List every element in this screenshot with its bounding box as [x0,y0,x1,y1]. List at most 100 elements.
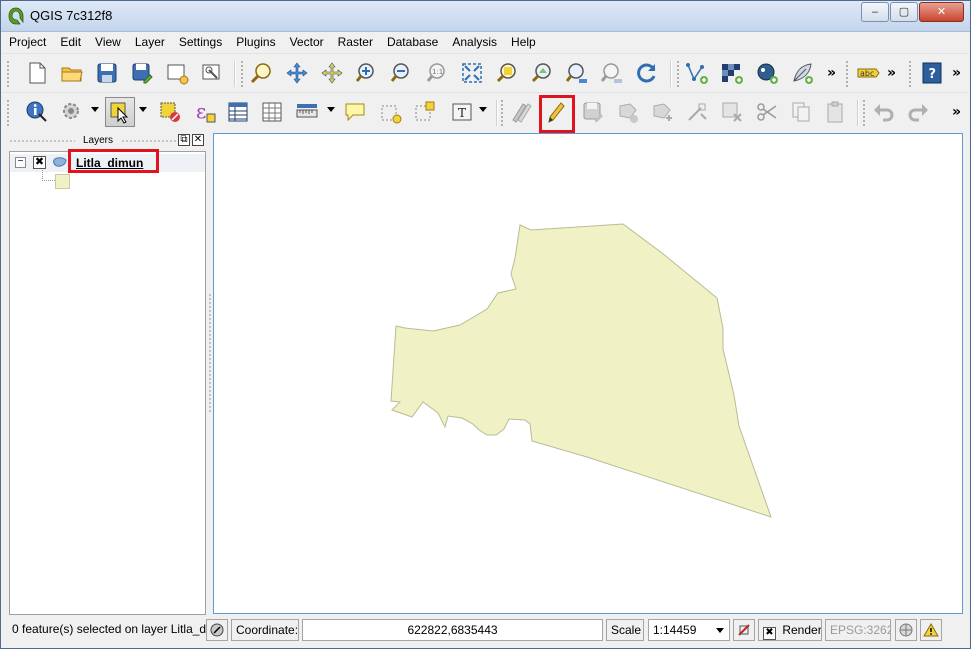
qgis-window: QGIS 7c312f8 ‒ ▢ ✕ Project Edit View Lay… [0,0,971,649]
scale-dropdown-icon[interactable] [716,628,724,633]
undo-icon[interactable] [869,97,899,127]
stop-render-icon[interactable] [733,619,755,641]
new-bookmark-icon[interactable] [376,97,406,127]
add-feature-icon[interactable] [613,97,643,127]
layers-panel-header[interactable]: Layers ⧉ ✕ [9,133,207,149]
move-feature-icon[interactable] [647,97,677,127]
add-postgis-icon[interactable] [752,58,782,88]
zoom-in-icon[interactable] [352,58,382,88]
text-annotation-icon[interactable]: T [447,97,477,127]
collapse-toggle[interactable]: − [15,157,26,168]
scale-combo[interactable]: 1:14459 [648,619,730,641]
label-icon[interactable]: abc [853,58,883,88]
toolbar-grip[interactable] [500,99,504,127]
layers-panel: Layers ⧉ ✕ − ✖ Litla_dimun [9,133,207,615]
menu-bar: Project Edit View Layer Settings Plugins… [2,32,969,53]
annotation-dropdown-icon[interactable] [479,107,487,112]
pan-selection-icon[interactable] [317,58,347,88]
title-bar: QGIS 7c312f8 ‒ ▢ ✕ [1,1,970,32]
minimize-button[interactable]: ‒ [861,2,889,22]
toolbar-overflow-icon[interactable]: » [887,65,896,81]
field-calculator-icon[interactable] [257,97,287,127]
layer-symbol-swatch [55,174,70,189]
warning-icon[interactable] [920,619,942,641]
select-icon[interactable] [105,97,135,127]
menu-edit[interactable]: Edit [53,32,88,53]
zoom-to-layer-icon[interactable] [527,58,557,88]
island-polygon[interactable] [390,223,772,518]
render-checkbox[interactable]: ✖ [763,627,776,640]
map-canvas[interactable] [213,133,963,614]
toolbar-grip[interactable] [862,99,866,127]
measure-dropdown-icon[interactable] [327,107,335,112]
copy-icon[interactable] [786,97,816,127]
paste-icon[interactable] [820,97,850,127]
zoom-to-selection-icon[interactable] [492,58,522,88]
menu-raster[interactable]: Raster [331,32,380,53]
toolbar-grip[interactable] [6,60,10,88]
menu-plugins[interactable]: Plugins [229,32,282,53]
new-vector-layer-icon[interactable] [682,58,712,88]
zoom-full-icon[interactable] [457,58,487,88]
zoom-last-icon[interactable] [562,58,592,88]
menu-vector[interactable]: Vector [283,32,331,53]
zoom-out-icon[interactable] [387,58,417,88]
deselect-icon[interactable] [155,97,185,127]
toolbar-grip[interactable] [6,99,10,127]
toolbar-grip[interactable] [908,60,912,88]
close-button[interactable]: ✕ [919,2,964,22]
toolbar-overflow-icon[interactable]: » [952,65,961,81]
toolbar-overflow-icon[interactable]: » [827,65,836,81]
maximize-button[interactable]: ▢ [890,2,918,22]
panel-float-button[interactable]: ⧉ [178,134,190,146]
identify-icon[interactable] [22,97,52,127]
menu-project[interactable]: Project [2,32,53,53]
pan-icon[interactable] [247,58,277,88]
show-bookmarks-icon[interactable] [410,97,440,127]
expression-select-icon[interactable]: ε [190,97,220,127]
panel-close-button[interactable]: ✕ [192,134,204,146]
add-spatialite-icon[interactable] [787,58,817,88]
toolbar-overflow-icon[interactable]: » [952,104,961,120]
add-raster-icon[interactable] [717,58,747,88]
action-dropdown-icon[interactable] [91,107,99,112]
measure-icon[interactable] [292,97,322,127]
toolbar-grip[interactable] [845,60,849,88]
new-project-icon[interactable] [22,58,52,88]
menu-help[interactable]: Help [504,32,543,53]
crs-projection-icon[interactable] [895,619,917,641]
redo-icon[interactable] [903,97,933,127]
svg-text:?: ? [929,67,937,82]
delete-selected-icon[interactable] [717,97,747,127]
node-tool-icon[interactable] [682,97,712,127]
pan-to-selection-icon[interactable] [282,58,312,88]
zoom-native-icon[interactable]: 1:1 [422,58,452,88]
menu-database[interactable]: Database [380,32,445,53]
cut-icon[interactable] [752,97,782,127]
render-toggle[interactable]: ✖ Render [758,619,822,641]
action-icon[interactable] [57,97,87,127]
menu-layer[interactable]: Layer [128,32,172,53]
mouse-coordinates-toggle-icon[interactable] [206,619,228,641]
open-project-icon[interactable] [57,58,87,88]
save-project-icon[interactable] [92,58,122,88]
save-as-icon[interactable] [127,58,157,88]
crs-status[interactable]: EPSG:32629 [825,619,891,641]
toolbar-grip[interactable] [676,60,680,88]
composer-manager-icon[interactable] [197,58,227,88]
refresh-icon[interactable] [632,58,662,88]
zoom-next-icon[interactable] [597,58,627,88]
attribute-table-icon[interactable] [223,97,253,127]
new-print-composer-icon[interactable] [162,58,192,88]
coordinate-field[interactable]: 622822,6835443 [302,619,603,641]
menu-analysis[interactable]: Analysis [445,32,504,53]
layer-visibility-checkbox[interactable]: ✖ [33,156,46,169]
save-edits-icon[interactable] [578,97,608,127]
map-tips-icon[interactable] [340,97,370,127]
menu-view[interactable]: View [88,32,128,53]
current-edits-icon[interactable] [506,97,536,127]
help-icon[interactable]: ? [917,58,947,88]
toolbar-grip[interactable] [240,60,244,88]
select-dropdown-icon[interactable] [139,107,147,112]
menu-settings[interactable]: Settings [172,32,229,53]
